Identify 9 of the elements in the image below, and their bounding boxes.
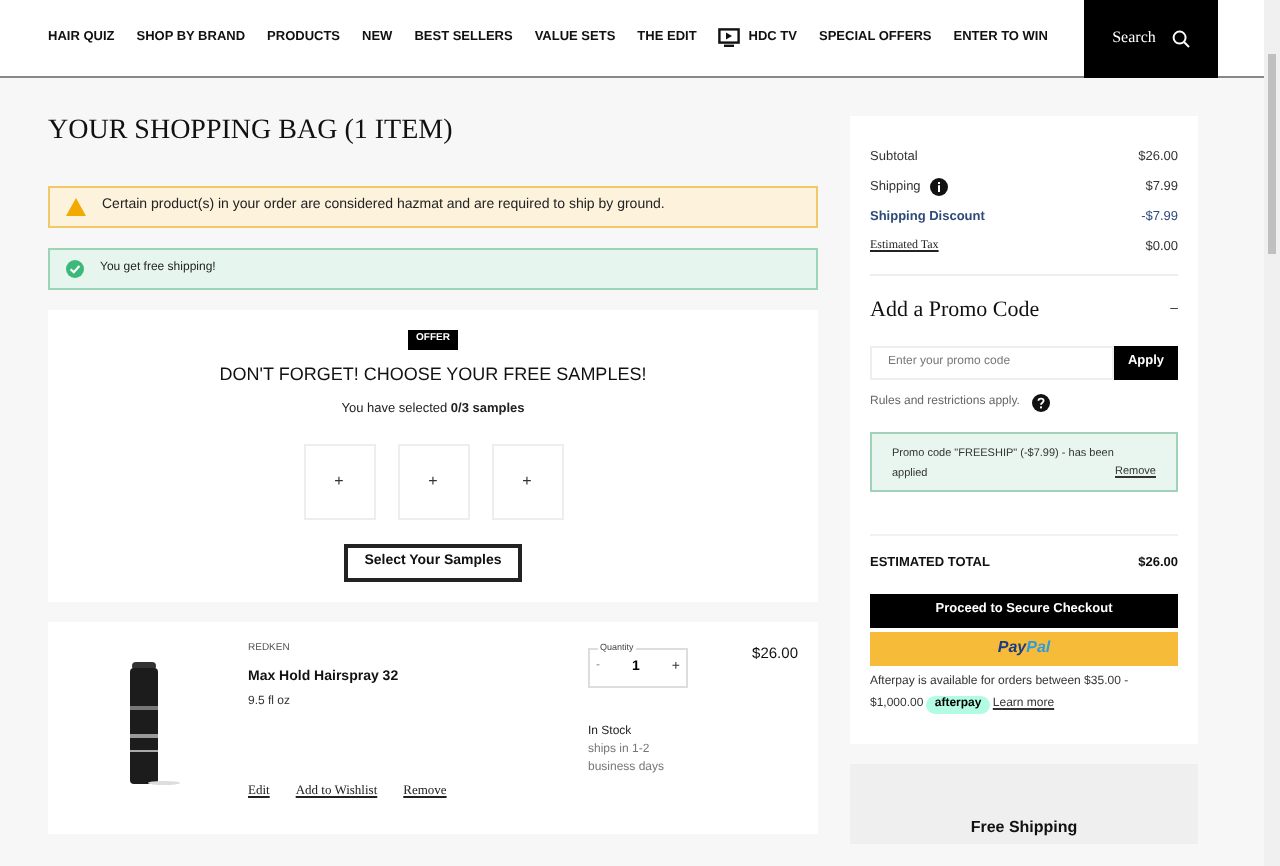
- paypal-button[interactable]: PayPal: [870, 631, 1178, 665]
- sample-slot[interactable]: +: [397, 443, 469, 520]
- free-shipping-text: Free Shipping: [970, 815, 1078, 839]
- samples-heading: DON'T FORGET! CHOOSE YOUR FREE SAMPLES!: [219, 361, 647, 387]
- sample-slot[interactable]: +: [491, 443, 563, 520]
- page-title: YOUR SHOPPING BAG (1 ITEM): [48, 114, 455, 150]
- search-button[interactable]: Search: [1084, 0, 1218, 77]
- sample-slot[interactable]: +: [303, 443, 375, 520]
- promo-title: Add a Promo Code: [870, 296, 1040, 326]
